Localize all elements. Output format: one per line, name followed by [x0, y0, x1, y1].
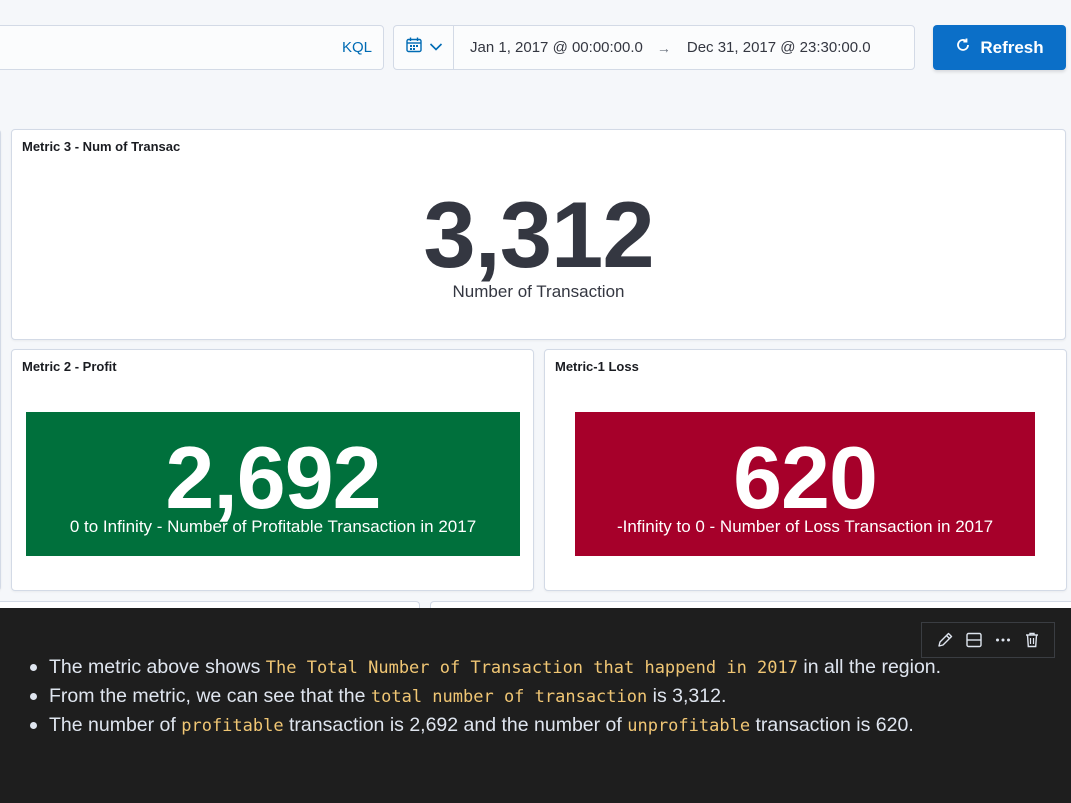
- offscreen-panel-edge: [0, 129, 1, 591]
- metric-label: -Infinity to 0 - Number of Loss Transact…: [616, 517, 994, 536]
- list-item: The number of profitable transaction is …: [29, 711, 941, 740]
- trash-icon[interactable]: [1021, 629, 1043, 651]
- markdown-list: The metric above shows The Total Number …: [29, 653, 941, 740]
- calendar-icon: [405, 36, 423, 59]
- chevron-down-icon: [429, 39, 443, 57]
- kql-language-toggle[interactable]: KQL: [342, 39, 372, 56]
- more-icon[interactable]: [992, 629, 1014, 651]
- date-range-picker: Jan 1, 2017 @ 00:00:00.0 → Dec 31, 2017 …: [393, 25, 915, 70]
- split-panel-icon[interactable]: [963, 629, 985, 651]
- metric-tile-loss: 620 -Infinity to 0 - Number of Loss Tran…: [575, 412, 1035, 556]
- refresh-icon: [955, 37, 971, 58]
- metric3-panel: Metric 3 - Num of Transac 3,312 Number o…: [11, 129, 1066, 340]
- panel-toolbar: [921, 622, 1055, 658]
- metric-label: Number of Transaction: [452, 282, 625, 301]
- list-item: The metric above shows The Total Number …: [29, 653, 941, 682]
- list-item: From the metric, we can see that the tot…: [29, 682, 941, 711]
- metric1-panel: Metric-1 Loss 620 -Infinity to 0 - Numbe…: [544, 349, 1067, 591]
- metric-value: 2,692: [165, 428, 381, 527]
- metric-label: 0 to Infinity - Number of Profitable Tra…: [69, 517, 477, 536]
- metric2-panel: Metric 2 - Profit 2,692 0 to Infinity - …: [11, 349, 534, 591]
- end-date[interactable]: Dec 31, 2017 @ 23:30:00.0: [687, 39, 871, 56]
- metric-value: 620: [733, 428, 878, 527]
- metric-tile-profit: 2,692 0 to Infinity - Number of Profitab…: [26, 412, 520, 556]
- start-date[interactable]: Jan 1, 2017 @ 00:00:00.0: [470, 39, 643, 56]
- refresh-label: Refresh: [980, 37, 1044, 57]
- markdown-panel: The metric above shows The Total Number …: [0, 608, 1071, 803]
- refresh-button[interactable]: Refresh: [933, 25, 1066, 70]
- panel-title: Metric 2 - Profit: [22, 359, 117, 374]
- query-input[interactable]: KQL: [0, 25, 384, 70]
- panel-title: Metric-1 Loss: [555, 359, 639, 374]
- quick-menu-button[interactable]: [394, 26, 454, 69]
- panel-title: Metric 3 - Num of Transac: [22, 139, 181, 154]
- arrow-right-icon: →: [656, 39, 671, 56]
- metric-value: 3,312: [423, 182, 654, 287]
- pencil-icon[interactable]: [934, 629, 956, 651]
